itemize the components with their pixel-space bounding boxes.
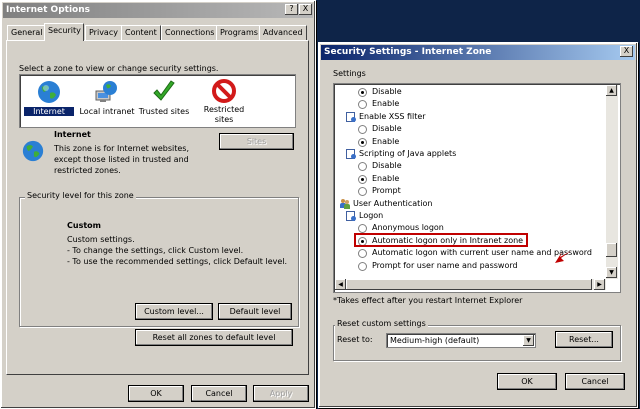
custom-desc-line: Custom settings. bbox=[67, 235, 135, 244]
tab-content[interactable]: Content bbox=[121, 25, 161, 40]
zone-prompt: Select a zone to view or change security… bbox=[19, 64, 219, 73]
radio-checked[interactable] bbox=[358, 137, 367, 147]
zone-title: Internet bbox=[54, 130, 91, 139]
zone-internet[interactable]: Internet bbox=[24, 77, 74, 123]
setting-label: Enable bbox=[372, 173, 400, 183]
chevron-down-icon[interactable]: ▼ bbox=[523, 335, 534, 346]
scroll-h-thumb[interactable] bbox=[346, 279, 592, 290]
close-button[interactable]: X bbox=[620, 46, 633, 57]
tab-advanced[interactable]: Advanced bbox=[259, 25, 307, 40]
radio-checked[interactable] bbox=[358, 174, 367, 184]
scroll-up-button[interactable]: ▲ bbox=[606, 85, 617, 96]
security-settings-window: Security Settings - Internet Zone X Sett… bbox=[318, 42, 638, 408]
setting-label: Prompt bbox=[372, 186, 401, 196]
default-level-button[interactable]: Default level bbox=[218, 303, 292, 320]
highlight-box bbox=[354, 232, 528, 247]
radio-unchecked[interactable] bbox=[358, 162, 367, 172]
settings-page-icon bbox=[346, 149, 356, 159]
zone-local-intranet[interactable]: Local intranet bbox=[78, 77, 136, 123]
radio-unchecked[interactable] bbox=[358, 261, 367, 271]
globe-icon bbox=[38, 81, 60, 103]
custom-desc-line: - To use the recommended settings, click… bbox=[67, 257, 288, 266]
setting-label: Logon bbox=[359, 211, 384, 220]
reset-to-select[interactable]: Medium-high (default) ▼ bbox=[386, 333, 536, 348]
reset-custom-label: Reset custom settings bbox=[335, 319, 428, 328]
settings-page-icon bbox=[346, 211, 356, 221]
radio-unchecked[interactable] bbox=[358, 125, 367, 135]
sites-button[interactable]: Sites bbox=[219, 133, 294, 150]
cancel-button[interactable]: Cancel bbox=[191, 385, 247, 402]
settings-list: Disable Enable Enable XSS filter Disable Ena… bbox=[333, 83, 621, 293]
setting-label: Prompt for user name and password bbox=[372, 260, 518, 270]
scroll-left-button[interactable]: ◀ bbox=[335, 279, 346, 290]
reset-select-value: Medium-high (default) bbox=[390, 336, 480, 345]
custom-description: Custom settings. - To change the setting… bbox=[67, 234, 287, 267]
scroll-thumb[interactable] bbox=[606, 243, 617, 257]
setting-label: Disable bbox=[372, 124, 402, 134]
scroll-right-button[interactable]: ▶ bbox=[594, 279, 605, 290]
scroll-down-button[interactable]: ▼ bbox=[606, 267, 617, 278]
tab-security[interactable]: Security bbox=[44, 23, 84, 41]
intranet-icon bbox=[95, 81, 117, 102]
setting-label: Disable bbox=[372, 161, 402, 171]
zone-label: Local intranet bbox=[79, 107, 135, 116]
zone-desc-line: restricted zones. bbox=[54, 166, 121, 175]
zone-description: This zone is for Internet websites, exce… bbox=[54, 143, 189, 176]
reset-button[interactable]: Reset... bbox=[555, 331, 613, 348]
custom-level-button[interactable]: Custom level... bbox=[135, 303, 213, 320]
radio-unchecked[interactable] bbox=[358, 187, 367, 197]
ok-button[interactable]: OK bbox=[497, 373, 557, 390]
setting-label: User Authentication bbox=[353, 198, 433, 208]
help-button[interactable]: ? bbox=[285, 4, 298, 15]
globe-icon bbox=[22, 140, 44, 162]
restart-note: *Takes effect after you restart Internet… bbox=[333, 296, 523, 305]
zone-desc-line: This zone is for Internet websites, bbox=[54, 144, 190, 153]
cancel-button[interactable]: Cancel bbox=[565, 373, 625, 390]
users-icon bbox=[340, 198, 350, 209]
ok-button[interactable]: OK bbox=[128, 385, 184, 402]
vertical-scrollbar[interactable]: ▲ ▼ bbox=[606, 85, 618, 279]
setting-label: Enable XSS filter bbox=[359, 111, 426, 121]
window-title: Internet Options bbox=[6, 5, 90, 15]
zone-label: Trusted sites bbox=[138, 107, 190, 116]
settings-page-icon bbox=[346, 111, 356, 122]
zone-desc-line: except those listed in trusted and bbox=[54, 155, 189, 164]
setting-label: Scripting of Java applets bbox=[359, 149, 457, 158]
horizontal-scrollbar[interactable]: ◀ ▶ bbox=[335, 279, 606, 290]
security-settings-titlebar[interactable]: Security Settings - Internet Zone bbox=[321, 45, 635, 60]
internet-options-window: Internet Options ? X General Security Pr… bbox=[0, 0, 316, 409]
red-arrow-icon bbox=[555, 251, 571, 263]
checkmark-icon bbox=[153, 80, 175, 101]
security-level-label: Security level for this zone bbox=[25, 191, 136, 200]
reset-to-label: Reset to: bbox=[337, 335, 373, 344]
radio-unchecked[interactable] bbox=[358, 100, 367, 110]
radio-checked[interactable] bbox=[358, 88, 367, 97]
close-button[interactable]: X bbox=[299, 4, 312, 15]
zone-list: Internet Local intranet Trusted sites Re… bbox=[19, 74, 296, 128]
tab-connections[interactable]: Connections bbox=[161, 25, 219, 40]
tab-general[interactable]: General bbox=[7, 25, 47, 40]
radio-unchecked[interactable] bbox=[358, 249, 367, 259]
internet-options-titlebar[interactable]: Internet Options bbox=[3, 3, 313, 18]
tab-privacy[interactable]: Privacy bbox=[85, 25, 122, 40]
reset-all-zones-button[interactable]: Reset all zones to default level bbox=[135, 329, 293, 346]
setting-label: Disable bbox=[372, 87, 402, 96]
setting-label: Enable bbox=[372, 99, 400, 109]
window-title: Security Settings - Internet Zone bbox=[324, 47, 492, 57]
apply-button[interactable]: Apply bbox=[253, 385, 309, 402]
zone-label: Internet bbox=[24, 107, 74, 116]
setting-label: Enable bbox=[372, 136, 400, 146]
tab-programs[interactable]: Programs bbox=[216, 25, 262, 40]
zone-label: Restricted sites bbox=[203, 105, 245, 124]
settings-label: Settings bbox=[333, 69, 366, 78]
zone-restricted-sites[interactable]: Restricted sites bbox=[198, 77, 250, 125]
custom-title: Custom bbox=[67, 221, 101, 230]
zone-trusted-sites[interactable]: Trusted sites bbox=[138, 77, 190, 123]
restricted-icon bbox=[212, 79, 236, 103]
custom-desc-line: - To change the settings, click Custom l… bbox=[67, 246, 244, 255]
